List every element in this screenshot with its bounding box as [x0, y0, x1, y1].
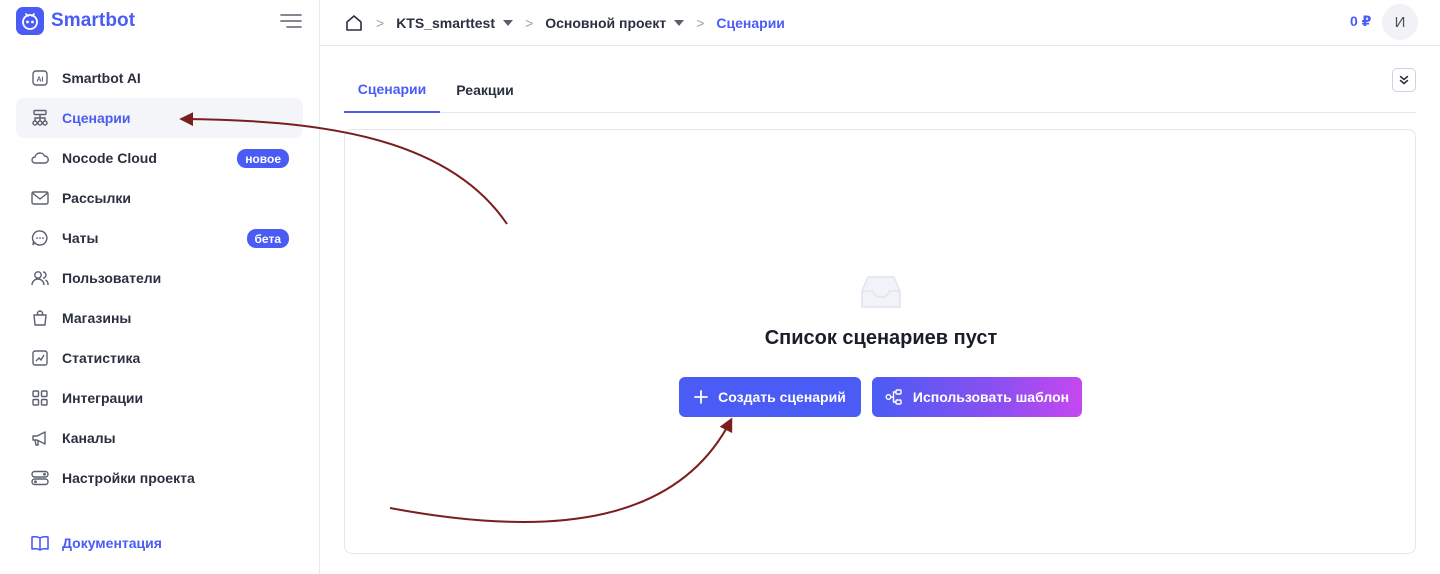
- docs-label: Документация: [62, 535, 162, 551]
- toggles-icon: [30, 468, 50, 488]
- sidebar-item-mailings[interactable]: Рассылки: [16, 178, 303, 218]
- grid-icon: [30, 388, 50, 408]
- breadcrumb-current: Сценарии: [716, 15, 785, 31]
- plus-icon: [694, 390, 709, 404]
- sidebar-item-statistics[interactable]: Статистика: [16, 338, 303, 378]
- sidebar-item-project-settings[interactable]: Настройки проекта: [16, 458, 303, 498]
- users-icon: [30, 268, 50, 288]
- flow-icon: [30, 108, 50, 128]
- sidebar-item-channels[interactable]: Каналы: [16, 418, 303, 458]
- sidebar-item-shops[interactable]: Магазины: [16, 298, 303, 338]
- cloud-icon: [30, 148, 50, 168]
- sidebar-item-chats[interactable]: Чаты бета: [16, 218, 303, 258]
- app-window: Smartbot AI Smartbot AI Сценарии Nocode …: [0, 0, 1440, 574]
- caret-down-icon: [503, 20, 514, 26]
- book-icon: [30, 533, 50, 553]
- topbar: > KTS_smarttest > Основной проект > Сцен…: [320, 0, 1440, 46]
- create-scenario-label: Создать сценарий: [718, 389, 846, 405]
- use-template-label: Использовать шаблон: [912, 389, 1070, 405]
- sidebar: Smartbot AI Smartbot AI Сценарии Nocode …: [0, 0, 320, 574]
- scenarios-panel: Список сценариев пуст Создать сценарий И…: [344, 129, 1416, 554]
- sidebar-item-label: Nocode Cloud: [62, 150, 157, 166]
- chevron-right-icon: >: [525, 15, 534, 31]
- sidebar-item-documentation[interactable]: Документация: [16, 523, 303, 563]
- menu-toggle-icon[interactable]: [280, 12, 302, 30]
- breadcrumb-project[interactable]: Основной проект: [545, 15, 685, 31]
- sidebar-item-nocode-cloud[interactable]: Nocode Cloud новое: [16, 138, 303, 178]
- caret-down-icon: [674, 20, 685, 26]
- sidebar-nav: AI Smartbot AI Сценарии Nocode Cloud нов…: [16, 58, 303, 498]
- chevron-right-icon: >: [376, 15, 385, 31]
- brand-name: Smartbot: [51, 10, 136, 31]
- breadcrumb-project-label: Основной проект: [545, 15, 667, 31]
- sidebar-item-label: Smartbot AI: [62, 70, 141, 86]
- chat-icon: [30, 228, 50, 248]
- empty-inbox-icon: [856, 273, 906, 311]
- sidebar-item-label: Чаты: [62, 230, 99, 246]
- brand[interactable]: Smartbot: [16, 6, 135, 36]
- home-icon[interactable]: [344, 13, 364, 33]
- chevrons-down-icon: [1399, 75, 1409, 85]
- mail-icon: [30, 188, 50, 208]
- sidebar-item-label: Настройки проекта: [62, 470, 195, 486]
- breadcrumb: > KTS_smarttest > Основной проект > Сцен…: [344, 11, 785, 35]
- tab-reactions[interactable]: Реакции: [444, 66, 526, 113]
- sidebar-item-label: Сценарии: [62, 110, 131, 126]
- sidebar-item-label: Магазины: [62, 310, 132, 326]
- create-scenario-button[interactable]: Создать сценарий: [679, 377, 861, 417]
- sidebar-item-label: Интеграции: [62, 390, 144, 406]
- sidebar-item-label: Каналы: [62, 430, 116, 446]
- sidebar-item-integrations[interactable]: Интеграции: [16, 378, 303, 418]
- tab-scenarios[interactable]: Сценарии: [344, 66, 440, 113]
- svg-text:AI: AI: [37, 77, 44, 84]
- chevron-right-icon: >: [696, 15, 705, 31]
- beta-badge: бета: [246, 229, 289, 248]
- empty-state-title: Список сценариев пуст: [764, 327, 998, 349]
- sidebar-item-scenarios[interactable]: Сценарии: [16, 98, 303, 138]
- bag-icon: [30, 308, 50, 328]
- chart-icon: [30, 348, 50, 368]
- sidebar-item-label: Пользователи: [62, 270, 162, 286]
- megaphone-icon: [30, 428, 50, 448]
- sidebar-item-label: Рассылки: [62, 190, 131, 206]
- sidebar-item-users[interactable]: Пользователи: [16, 258, 303, 298]
- use-template-button[interactable]: Использовать шаблон: [872, 377, 1082, 417]
- robot-logo-icon: [16, 7, 44, 35]
- flow-nodes-icon: [885, 389, 902, 405]
- tabs: Сценарии Реакции: [344, 66, 1416, 113]
- ai-icon: AI: [30, 68, 50, 88]
- breadcrumb-bot[interactable]: KTS_smarttest: [396, 15, 514, 31]
- avatar[interactable]: И: [1382, 4, 1418, 40]
- sidebar-item-label: Статистика: [62, 350, 141, 366]
- collapse-button[interactable]: [1392, 68, 1416, 92]
- breadcrumb-bot-label: KTS_smarttest: [396, 15, 496, 31]
- new-badge: новое: [237, 149, 289, 168]
- sidebar-item-smartbot-ai[interactable]: AI Smartbot AI: [16, 58, 303, 98]
- balance[interactable]: 0 ₽: [1350, 13, 1371, 30]
